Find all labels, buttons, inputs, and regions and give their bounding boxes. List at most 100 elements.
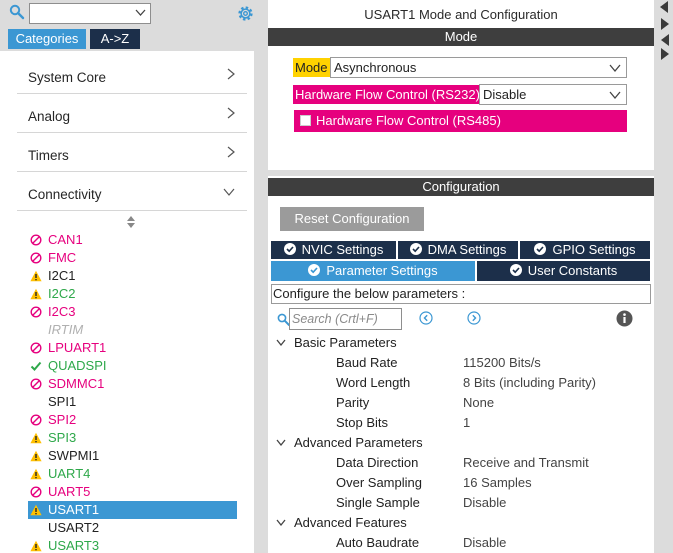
previous-match-icon[interactable]	[419, 311, 433, 325]
peripheral-item-i2c2[interactable]: I2C2	[28, 285, 237, 303]
param-value[interactable]: 1	[463, 414, 470, 432]
disabled-icon	[30, 378, 42, 390]
disabled-icon	[30, 306, 42, 318]
peripheral-item-usart3[interactable]: USART3	[28, 537, 237, 553]
peripheral-item-i2c3[interactable]: I2C3	[28, 303, 237, 321]
category-connectivity[interactable]: Connectivity	[17, 173, 247, 211]
peripheral-item-usart1[interactable]: USART1	[28, 501, 237, 519]
arrow-left-icon[interactable]	[659, 0, 669, 14]
tab-a-to-z[interactable]: A->Z	[90, 29, 140, 49]
disabled-icon	[30, 234, 42, 246]
sort-icon[interactable]	[127, 216, 135, 228]
parameter-search-input[interactable]: Search (Crtl+F)	[289, 308, 402, 330]
reset-configuration-button[interactable]: Reset Configuration	[280, 207, 424, 231]
next-match-icon[interactable]	[467, 311, 481, 325]
peripheral-item-fmc[interactable]: FMC	[28, 249, 237, 267]
peripheral-item-spi2[interactable]: SPI2	[28, 411, 237, 429]
checkmark-icon	[30, 361, 42, 371]
peripheral-item-spi3[interactable]: SPI3	[28, 429, 237, 447]
tab-nvic-settings[interactable]: NVIC Settings	[271, 241, 396, 259]
arrow-right-icon[interactable]	[660, 17, 670, 31]
peripheral-label: SDMMC1	[48, 376, 105, 391]
configuration-header: Configuration	[268, 178, 654, 196]
peripheral-label: CAN1	[48, 232, 83, 247]
param-row[interactable]: Over Sampling 16 Samples	[268, 474, 654, 492]
category-analog[interactable]: Analog	[17, 95, 247, 133]
warning-icon	[30, 288, 42, 300]
peripheral-item-quadspi[interactable]: QUADSPI	[28, 357, 237, 375]
hwfc-rs485-label: Hardware Flow Control (RS485)	[316, 113, 501, 128]
mode-label: Mode	[293, 58, 330, 77]
check-circle-icon	[308, 264, 321, 276]
peripheral-search-combo[interactable]	[29, 3, 151, 24]
tab-label: User Constants	[527, 263, 618, 278]
hwfc-rs485-row: Hardware Flow Control (RS485)	[294, 110, 627, 132]
warning-icon	[30, 450, 42, 462]
tab-categories[interactable]: Categories	[8, 29, 86, 49]
param-value[interactable]: 8 Bits (including Parity)	[463, 374, 596, 392]
disabled-icon	[30, 486, 42, 498]
peripheral-item-can1[interactable]: CAN1	[28, 231, 237, 249]
tab-dma-settings[interactable]: DMA Settings	[398, 241, 518, 259]
info-icon[interactable]	[616, 310, 633, 327]
tab-gpio-settings[interactable]: GPIO Settings	[520, 241, 650, 259]
gear-icon[interactable]	[236, 4, 255, 23]
peripheral-label: FMC	[48, 250, 77, 265]
param-row[interactable]: Data Direction Receive and Transmit	[268, 454, 654, 472]
param-row[interactable]: Baud Rate 115200 Bits/s	[268, 354, 654, 372]
peripheral-label: UART5	[48, 484, 91, 499]
peripheral-label: USART3	[48, 538, 100, 553]
peripheral-item-uart4[interactable]: UART4	[28, 465, 237, 483]
category-system-core[interactable]: System Core	[17, 56, 247, 94]
peripheral-item-lpuart1[interactable]: LPUART1	[28, 339, 237, 357]
vertical-scrollbar[interactable]	[254, 0, 262, 553]
peripheral-item-irtim[interactable]: IRTIM	[28, 321, 237, 339]
peripheral-item-usart2[interactable]: USART2	[28, 519, 237, 537]
warning-icon	[30, 270, 42, 282]
category-label: Timers	[28, 148, 69, 163]
warning-icon	[30, 504, 42, 516]
hwfc-rs485-checkbox[interactable]	[300, 115, 311, 126]
param-group-title: Advanced Features	[294, 515, 407, 530]
param-value[interactable]: Disable	[463, 534, 506, 552]
peripheral-item-uart5[interactable]: UART5	[28, 483, 237, 501]
hwfc-rs232-select[interactable]: Disable	[479, 84, 627, 105]
param-name: Parity	[336, 395, 370, 410]
param-value[interactable]: Disable	[463, 494, 506, 512]
category-timers[interactable]: Timers	[17, 134, 247, 172]
param-name: Auto Baudrate	[336, 535, 420, 550]
param-name: Data Direction	[336, 455, 419, 470]
peripheral-item-spi1[interactable]: SPI1	[28, 393, 237, 411]
check-circle-icon	[534, 243, 547, 255]
param-group-title: Basic Parameters	[294, 335, 397, 350]
peripheral-label: SPI2	[48, 412, 77, 427]
peripheral-item-sdmmc1[interactable]: SDMMC1	[28, 375, 237, 393]
param-row[interactable]: Word Length 8 Bits (including Parity)	[268, 374, 654, 392]
peripheral-label: QUADSPI	[48, 358, 107, 373]
hwfc-rs232-value: Disable	[483, 87, 527, 102]
mode-select[interactable]: Asynchronous	[330, 57, 627, 78]
configuration-panel: Configuration Reset Configuration NVIC S…	[268, 176, 654, 553]
param-row[interactable]: Single Sample Disable	[268, 494, 654, 512]
tab-user-constants[interactable]: User Constants	[477, 261, 650, 281]
peripheral-label: IRTIM	[48, 322, 84, 337]
arrow-right-icon[interactable]	[660, 47, 670, 61]
param-value[interactable]: None	[463, 394, 494, 412]
tab-label: DMA Settings	[427, 242, 507, 257]
peripheral-item-swpmi1[interactable]: SWPMI1	[28, 447, 237, 465]
side-toolbar	[655, 0, 673, 553]
peripheral-label: SWPMI1	[48, 448, 100, 463]
param-value[interactable]: Receive and Transmit	[463, 454, 589, 472]
arrow-left-icon[interactable]	[660, 33, 670, 47]
param-row[interactable]: Auto Baudrate Disable	[268, 534, 654, 552]
param-value[interactable]: 16 Samples	[463, 474, 532, 492]
param-row[interactable]: Stop Bits 1	[268, 414, 654, 432]
peripheral-item-i2c1[interactable]: I2C1	[28, 267, 237, 285]
disabled-icon	[30, 414, 42, 426]
param-value[interactable]: 115200 Bits/s	[463, 354, 541, 372]
tab-parameter-settings[interactable]: Parameter Settings	[271, 261, 475, 281]
mode-select-value: Asynchronous	[334, 60, 417, 75]
param-row[interactable]: Parity None	[268, 394, 654, 412]
tab-label: NVIC Settings	[301, 242, 384, 257]
warning-icon	[30, 468, 42, 480]
